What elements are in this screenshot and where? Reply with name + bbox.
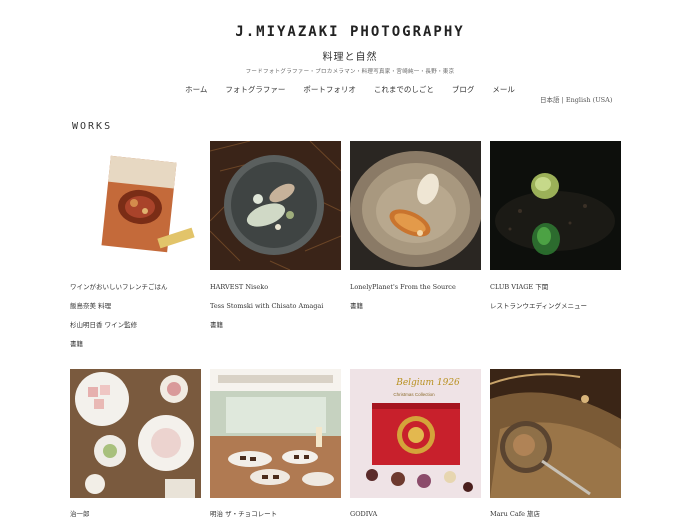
nav-mail[interactable]: メール [492,84,515,95]
work-category: 書籍 [70,340,201,350]
work-title[interactable]: LonelyPlanet's From the Source [350,283,481,293]
work-card[interactable]: ワインがおいしいフレンチごはん 飯島奈美 料理 杉山明日香 ワイン監修 書籍 [70,141,201,359]
work-card[interactable]: HARVEST Niseko Tess Stomski with Chisato… [210,141,341,359]
work-thumbnail[interactable]: Belgium 1926 Christmas Collection [350,369,481,498]
work-card[interactable]: Maru Cafe 旅店 [490,369,621,529]
lang-japanese[interactable]: 日本語 [540,96,560,104]
work-title[interactable]: 明治 ザ・チョコレート [210,510,341,520]
work-credit: Tess Stomski with Chisato Amagai [210,302,341,312]
godiva-collection-text: Christmas Collection [393,392,435,397]
work-thumbnail[interactable] [350,141,481,270]
work-credit: 飯島奈美 料理 [70,302,201,312]
work-credit: レストランウエディングメニュー [490,302,621,312]
nav-blog[interactable]: ブログ [452,84,475,95]
work-thumbnail[interactable] [210,369,341,498]
work-thumbnail[interactable] [70,369,201,498]
work-thumbnail[interactable] [70,141,201,270]
work-category: 書籍 [210,321,341,331]
works-heading: WORKS [72,121,112,132]
work-title[interactable]: Maru Cafe 旅店 [490,510,621,520]
work-card[interactable]: CLUB VIAGE 下関 レストランウエディングメニュー [490,141,621,359]
work-title[interactable]: CLUB VIAGE 下関 [490,283,621,293]
work-title[interactable]: 治一郎 [70,510,201,520]
works-grid: ワインがおいしいフレンチごはん 飯島奈美 料理 杉山明日香 ワイン監修 書籍 H [70,141,621,529]
work-title[interactable]: ワインがおいしいフレンチごはん [70,283,201,293]
work-thumbnail[interactable] [490,369,621,498]
godiva-brand-text: Belgium 1926 [395,378,460,388]
work-credit: 杉山明日香 ワイン監修 [70,321,201,331]
site-tagline: フードフォトグラファー・プロカメラマン・料理写真家・宮崎純一・長野・東京 [0,67,700,75]
site-subtitle: 料理と自然 [0,48,700,63]
work-card[interactable]: LonelyPlanet's From the Source 書籍 [350,141,481,359]
work-category: 書籍 [350,302,481,312]
nav-portfolio[interactable]: ポートフォリオ [303,84,356,95]
nav-works[interactable]: これまでのしごと [374,84,434,95]
lang-english[interactable]: English (USA) [566,96,613,104]
nav-home[interactable]: ホーム [185,84,207,95]
work-card[interactable]: 治一郎 [70,369,201,529]
work-title[interactable]: GODIVA [350,510,481,520]
nav-photographer[interactable]: フォトグラファー [225,84,285,95]
site-title[interactable]: J.MIYAZAKI PHOTOGRAPHY [0,24,700,40]
work-title[interactable]: HARVEST Niseko [210,283,341,293]
language-switcher: 日本語 | English (USA) [540,94,612,104]
work-thumbnail[interactable] [490,141,621,270]
work-card[interactable]: 明治 ザ・チョコレート [210,369,341,529]
work-thumbnail[interactable] [210,141,341,270]
work-card[interactable]: Belgium 1926 Christmas Collection GODIVA [350,369,481,529]
